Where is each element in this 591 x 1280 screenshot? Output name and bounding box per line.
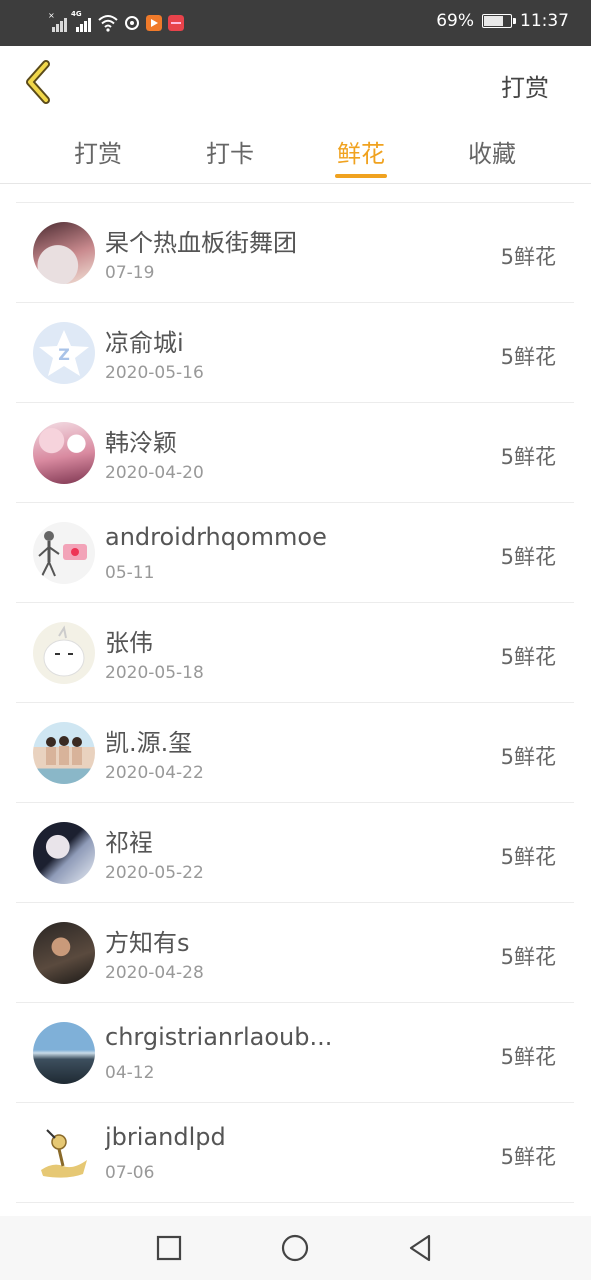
gift-amount: 5鲜花 [500,1045,556,1069]
square-recents-icon[interactable] [151,1230,187,1266]
gift-amount: 5鲜花 [500,445,556,469]
clock: 11:37 [520,11,569,31]
list-item[interactable]: jbriandlpd 07-06 5鲜花 [16,1103,574,1203]
gift-date: 2020-04-22 [105,763,204,783]
gift-amount: 5鲜花 [500,745,556,769]
avatar [33,422,95,484]
list-item[interactable]: chrgistrianrlaoub... 04-12 5鲜花 [16,1003,574,1103]
back-button[interactable] [18,58,62,106]
avatar [33,722,95,784]
list-item[interactable]: 杲个热血板街舞团 07-19 5鲜花 [16,203,574,303]
gift-date: 2020-05-16 [105,363,204,383]
default-avatar-icon: Z [39,330,89,376]
list-item[interactable]: 方知有s 2020-04-28 5鲜花 [16,903,574,1003]
gift-amount: 5鲜花 [500,245,556,269]
active-tab-indicator [335,174,387,178]
signal-4g-icon: 4G [71,10,92,32]
list-item[interactable]: 祁裎 2020-05-22 5鲜花 [16,803,574,903]
circle-home-icon[interactable] [277,1230,313,1266]
avatar [33,922,95,984]
avatar [33,1122,95,1184]
battery-icon [482,14,516,28]
user-name: 祁裎 [105,829,153,857]
system-nav-bar [0,1216,591,1280]
gift-amount: 5鲜花 [500,345,556,369]
avatar [33,522,95,584]
status-icons: × 4G [48,10,184,34]
gift-date: 2020-05-18 [105,663,204,683]
tab-favorites[interactable]: 收藏 [447,134,537,169]
tab-checkin[interactable]: 打卡 [185,134,275,169]
user-name: 杲个热血板街舞团 [105,229,297,257]
red-app-icon [168,15,184,31]
user-name: 韩泠颖 [105,429,177,457]
user-name: jbriandlpd [105,1123,226,1151]
triangle-back-icon[interactable] [402,1230,438,1266]
battery-percent: 69% [436,11,474,31]
gift-date: 2020-05-22 [105,863,204,883]
gift-date: 2020-04-20 [105,463,204,483]
video-app-icon [146,15,162,31]
gift-amount: 5鲜花 [500,945,556,969]
gift-amount: 5鲜花 [500,845,556,869]
gift-date: 07-06 [105,1163,155,1183]
user-name: androidrhqommoe [105,523,327,551]
avatar [33,822,95,884]
list-item[interactable]: 凯.源.玺 2020-04-22 5鲜花 [16,703,574,803]
gift-date: 07-19 [105,263,155,283]
gift-amount: 5鲜花 [500,545,556,569]
header-tip-button[interactable]: 打赏 [501,68,549,103]
list-item[interactable]: 韩泠颖 2020-04-20 5鲜花 [16,403,574,503]
avatar: Z [33,322,95,384]
user-name: 方知有s [105,929,190,957]
svg-text:Z: Z [58,345,70,364]
gift-date: 04-12 [105,1063,155,1083]
avatar [33,622,95,684]
user-name: chrgistrianrlaoub... [105,1023,333,1051]
status-right: 69% 11:37 [436,11,569,31]
list-item[interactable]: 张伟 2020-05-18 5鲜花 [16,603,574,703]
avatar [33,222,95,284]
tab-bar: 打赏 打卡 鲜花 收藏 [0,118,591,184]
avatar [33,1022,95,1084]
gift-amount: 5鲜花 [500,1145,556,1169]
gift-date: 2020-04-28 [105,963,204,983]
chevron-left-icon [26,60,50,104]
status-bar: × 4G 69% 11:37 [0,0,591,46]
gift-amount: 5鲜花 [500,645,556,669]
list-item[interactable]: androidrhqommoe 05-11 5鲜花 [16,503,574,603]
flower-list: 杲个热血板街舞团 07-19 5鲜花 Z 凉俞城i 2020-05-16 5鲜花… [16,202,574,1203]
list-item[interactable]: Z 凉俞城i 2020-05-16 5鲜花 [16,303,574,403]
user-name: 张伟 [105,629,153,657]
user-name: 凉俞城i [105,329,184,357]
gift-date: 05-11 [105,563,155,583]
user-name: 凯.源.玺 [105,729,193,757]
wifi-icon [98,15,118,32]
signal-icon: × [48,11,68,32]
tab-flowers[interactable]: 鲜花 [316,134,406,169]
tab-tip[interactable]: 打赏 [53,134,143,169]
sync-icon [125,16,139,30]
header: 打赏 [0,46,591,118]
